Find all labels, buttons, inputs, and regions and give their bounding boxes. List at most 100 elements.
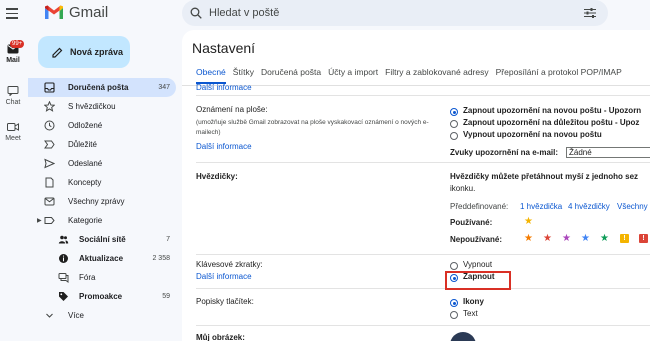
sidebar-item-starred[interactable]: S hvězdičkou [38, 97, 176, 116]
filter-options-icon[interactable] [584, 7, 596, 19]
button-labels-icons-radio[interactable] [450, 299, 458, 307]
chat-icon [7, 86, 19, 96]
sidebar-item-snoozed[interactable]: Odložené [38, 116, 176, 135]
sidebar-item-all-mail[interactable]: Všechny zprávy [38, 192, 176, 211]
star-icon [44, 101, 55, 112]
search-icon[interactable] [190, 7, 202, 19]
sidebar-item-label: Všechny zprávy [68, 197, 125, 206]
sidebar-item-label: S hvězdičkou [68, 102, 116, 111]
sidebar-item-label: Sociální sítě [79, 235, 126, 244]
stars-predefined-label: Předdefinované: [450, 202, 509, 211]
yellow-bang-icon[interactable]: ! [620, 234, 629, 243]
notify-important-radio[interactable] [450, 120, 458, 128]
shortcuts-off-label: Vypnout [463, 260, 493, 269]
page-title: Nastavení [192, 40, 256, 56]
tag-icon [59, 292, 68, 301]
red-bang-icon[interactable]: ! [639, 234, 648, 243]
app-rail: Mail 99+ Chat Meet [0, 0, 26, 341]
app-name: Gmail [69, 4, 109, 21]
sidebar-item-categories[interactable]: ▶ Kategorie [37, 211, 176, 230]
section-divider [196, 95, 650, 96]
sidebar-item-more[interactable]: Více [38, 306, 176, 325]
search-input[interactable]: Hledat v poště [209, 7, 279, 19]
rail-chat[interactable]: Chat [0, 86, 26, 106]
blue-star-icon[interactable]: ★ [581, 234, 590, 244]
search-bar[interactable]: Hledat v poště [182, 0, 608, 26]
sidebar-item-important[interactable]: Důležité [38, 135, 176, 154]
tabs-divider [182, 85, 650, 86]
expand-caret-icon[interactable]: ▶ [37, 217, 42, 224]
important-icon [44, 140, 55, 149]
notify-new-mail-radio[interactable] [450, 108, 458, 116]
tab-labels[interactable]: Štítky [233, 67, 254, 84]
preset-4-stars-link[interactable]: 4 hvězdičky [568, 202, 610, 211]
unread-count: 2 358 [152, 255, 170, 262]
notify-off-radio[interactable] [450, 132, 458, 140]
learn-more-link[interactable]: Další informace [196, 272, 252, 281]
sidebar-item-forums[interactable]: Fóra [38, 268, 176, 287]
annotation-highlight-box [445, 271, 511, 290]
button-labels-text-radio[interactable] [450, 311, 458, 319]
learn-more-link[interactable]: Další informace [196, 83, 252, 92]
stars-label: Hvězdičky: [196, 172, 238, 181]
inbox-icon [44, 82, 55, 93]
sidebar-item-social[interactable]: Sociální sítě 7 [38, 230, 176, 249]
purple-star-icon[interactable]: ★ [562, 234, 571, 244]
sidebar-item-label: Koncepty [68, 178, 102, 187]
notify-new-mail-label: Zapnout upozornění na novou poštu - Upoz… [463, 106, 642, 115]
rail-meet-label: Meet [5, 135, 21, 142]
unread-badge: 99+ [10, 40, 25, 48]
main-menu-icon[interactable] [6, 8, 18, 19]
preset-all-stars-link[interactable]: Všechny [617, 202, 648, 211]
tab-filters[interactable]: Filtry a zablokované adresy [385, 67, 488, 84]
sidebar-item-label: Více [68, 311, 85, 320]
tab-inbox[interactable]: Doručená pošta [261, 67, 321, 84]
unread-count: 59 [162, 293, 170, 300]
pencil-icon [52, 47, 63, 58]
gmail-m-icon [45, 5, 63, 19]
sidebar-item-promotions[interactable]: Promoakce 59 [38, 287, 176, 306]
button-labels-label: Popisky tlačítek: [196, 297, 254, 306]
section-divider [196, 288, 650, 289]
button-labels-text-label: Text [463, 309, 478, 318]
chevron-down-icon [46, 313, 53, 318]
rail-mail-label: Mail [6, 57, 20, 64]
tab-accounts[interactable]: Účty a import [328, 67, 378, 84]
keyboard-shortcuts-label: Klávesové zkratky: [196, 260, 263, 269]
section-divider [196, 325, 650, 326]
sidebar-item-drafts[interactable]: Koncepty [38, 173, 176, 192]
shortcuts-off-radio[interactable] [450, 262, 458, 270]
notify-off-label: Vypnout upozornění na novou poštu [463, 130, 602, 139]
clock-icon [44, 120, 55, 131]
draft-icon [45, 177, 54, 188]
tab-general[interactable]: Obecné [196, 67, 226, 84]
unread-count: 347 [158, 84, 170, 91]
orange-star-icon[interactable]: ★ [524, 234, 533, 244]
yellow-star-icon[interactable]: ★ [524, 217, 533, 227]
red-star-icon[interactable]: ★ [543, 234, 552, 244]
sidebar-item-label: Odložené [68, 121, 103, 130]
sidebar-item-label: Doručená pošta [68, 83, 129, 92]
notify-important-label: Zapnout upozornění na důležitou poštu - … [463, 118, 640, 127]
sidebar-item-inbox[interactable]: Doručená pošta 347 [28, 78, 176, 97]
rail-chat-label: Chat [5, 99, 21, 106]
stars-unused-label: Nepoužívané: [450, 235, 503, 244]
gmail-logo[interactable]: Gmail [44, 4, 108, 21]
sidebar-nav: Doručená pošta 347 S hvězdičkou Odložené… [28, 78, 176, 325]
rail-meet[interactable]: Meet [0, 122, 26, 142]
sidebar-item-sent[interactable]: Odeslané [38, 154, 176, 173]
notification-sound-select[interactable]: Žádné [566, 147, 650, 158]
green-star-icon[interactable]: ★ [600, 234, 609, 244]
avatar[interactable] [450, 332, 476, 341]
preset-1-star-link[interactable]: 1 hvězdička [520, 202, 562, 211]
learn-more-link[interactable]: Další informace [196, 142, 252, 151]
settings-panel: Nastavení Obecné Štítky Doručená pošta Ú… [182, 30, 650, 341]
tab-forwarding[interactable]: Přeposílání a protokol POP/IMAP [496, 67, 622, 84]
video-icon [7, 123, 19, 131]
settings-tabs: Obecné Štítky Doručená pošta Účty a impo… [196, 67, 629, 84]
people-icon [58, 235, 69, 244]
unread-count: 7 [166, 236, 170, 243]
sidebar-item-updates[interactable]: Aktualizace 2 358 [38, 249, 176, 268]
compose-button[interactable]: Nová zpráva [38, 36, 130, 68]
sidebar-item-label: Aktualizace [79, 254, 124, 263]
